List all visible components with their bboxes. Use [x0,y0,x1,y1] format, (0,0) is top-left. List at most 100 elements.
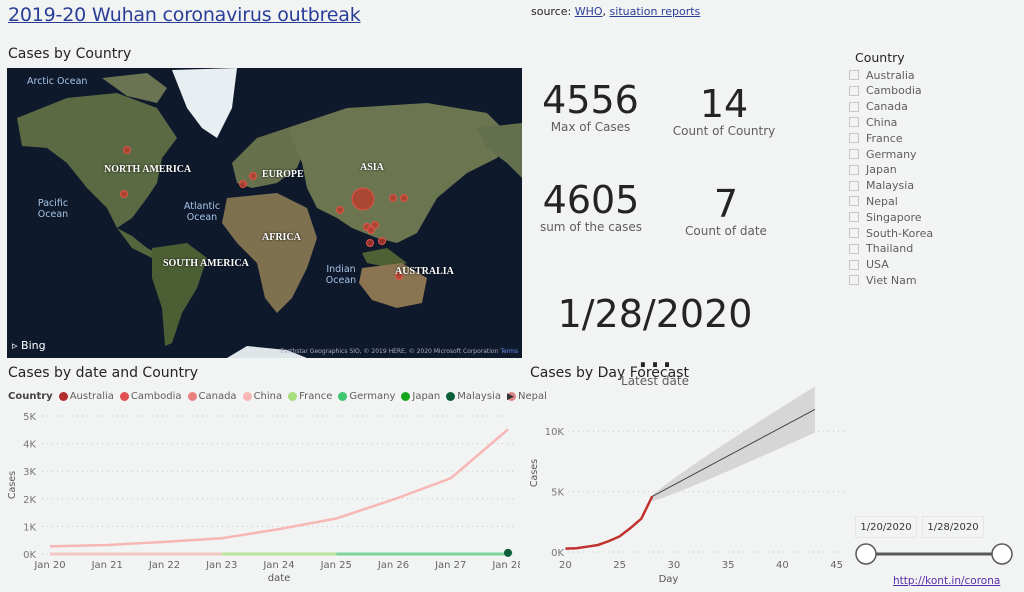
continent-label-north-america: NORTH AMERICA [104,164,192,175]
slicer-item-france[interactable]: France [849,131,903,145]
cases-by-date-chart: 0K1K2K3K4K5KJan 20 Jan 21 Jan 22 Jan 23 Jan … [7,412,520,584]
legend-label: Canada [198,391,237,402]
africa-shape [222,193,317,313]
bubble-south-korea [389,194,397,202]
slicer-item-label: Nepal [866,194,898,208]
continent-label-asia: ASIA [360,162,384,173]
bubble-japan [400,194,408,202]
legend-label: China [253,391,283,402]
slicer-item-thailand[interactable]: Thailand [849,242,913,256]
y-tick-label: 5K [551,488,564,499]
checkbox[interactable] [849,228,859,238]
checkbox[interactable] [849,196,859,207]
date-range-end-input[interactable]: 1/28/2020 [922,516,984,538]
slicer-item-nepal[interactable]: Nepal [849,194,898,208]
legend-item-china[interactable]: China [242,391,283,402]
x-tick-label: Jan 24 [262,560,294,571]
legend-item-malaysia[interactable]: Malaysia [446,391,501,402]
slicer-item-south-korea[interactable]: South-Korea [849,226,933,240]
checkbox[interactable] [849,212,859,223]
y-tick-label: 4K [23,440,36,451]
kpi-count-country: 14 Count of Country [668,84,780,138]
bubble-china [351,187,375,211]
forecast-chart-title: Cases by Day Forecast [530,365,689,381]
checkbox[interactable] [849,243,859,254]
slicer-item-canada[interactable]: Canada [849,100,908,114]
x-tick-label: Jan 20 [33,560,65,571]
map-landmass [17,68,522,358]
slider-start-handle[interactable] [855,543,877,565]
source-link-who[interactable]: WHO [575,5,603,18]
source-separator: , [602,5,610,18]
legend-item-japan[interactable]: Japan [401,391,440,402]
checkbox[interactable] [849,85,859,96]
checkbox[interactable] [849,149,859,159]
continent-label-south-america: SOUTH AMERICA [163,258,249,269]
footer-link[interactable]: http://kont.in/corona [893,575,1000,587]
slicer-item-germany[interactable]: Germany [849,147,917,161]
x-tick-label: 45 [830,560,843,571]
slicer-item-usa[interactable]: USA [849,258,889,272]
checkbox[interactable] [849,133,859,144]
x-tick-label: Jan 28 [491,560,520,571]
checkbox[interactable] [849,101,859,112]
y-tick-label: 5K [23,412,36,423]
map-title: Cases by Country [8,46,132,62]
x-tick-label: 35 [722,560,735,571]
date-range-slider[interactable] [850,540,1020,568]
ocean-label-pacific: Pacific Ocean [37,198,69,220]
y-tick-label: 1K [23,522,36,533]
checkbox[interactable] [849,70,859,80]
x-axis-label: date [268,573,291,584]
checkbox[interactable] [849,117,859,128]
x-tick-label: 40 [776,560,789,571]
line-chart-title: Cases by date and Country [8,365,199,381]
legend-next-arrow-icon[interactable]: ▶ [507,392,514,402]
y-tick-label: 3K [23,467,36,478]
slicer-item-label: China [866,115,898,129]
bing-logo: ▹ Bing [12,339,46,352]
kpi-label: sum of the cases [539,220,643,234]
map-terms-link[interactable]: Terms [500,348,518,355]
legend-item-cambodia[interactable]: Cambodia [119,391,182,402]
slicer-item-singapore[interactable]: Singapore [849,210,922,224]
slicer-item-cambodia[interactable]: Cambodia [849,84,922,98]
kpi-value: 7 [713,182,739,226]
slicer-item-viet-nam[interactable]: Viet Nam [849,273,917,287]
checkbox[interactable] [849,259,859,270]
checkbox[interactable] [849,180,859,191]
legend-dot-icon [58,392,68,401]
slicer-item-australia[interactable]: Australia [849,68,915,82]
legend-label: Cambodia [130,391,182,402]
slicer-item-japan[interactable]: Japan [849,163,897,177]
slicer-item-label: France [866,131,903,145]
date-range-start-input[interactable]: 1/20/2020 [855,516,917,538]
legend-item-germany[interactable]: Germany [338,391,395,402]
world-map[interactable]: Arctic Ocean Pacific Ocean Atlantic Ocea… [7,68,522,358]
legend-label: Malaysia [457,391,501,402]
x-tick-label: 30 [668,560,681,571]
slicer-item-label: Thailand [866,242,914,256]
slicer-item-label: Malaysia [866,179,915,193]
slider-end-handle[interactable] [991,543,1013,565]
x-tick-label: Jan 22 [148,560,180,571]
slicer-item-label: USA [866,258,889,272]
ocean-label-indian: Indian Ocean [325,264,357,286]
slicer-item-china[interactable]: China [849,115,897,129]
actual-cases-line [565,495,654,550]
ocean-label-atlantic: Atlantic Ocean [183,201,221,223]
series-point-malaysia [504,548,512,557]
source-link-situation-reports[interactable]: situation reports [610,5,701,18]
checkbox[interactable] [849,164,859,175]
checkbox[interactable] [849,275,859,286]
legend-label: Germany [349,391,396,402]
legend-item-australia[interactable]: Australia [58,391,114,402]
y-tick-label: 10K [545,427,565,438]
legend-item-france[interactable]: France [288,391,332,402]
slicer-item-malaysia[interactable]: Malaysia [849,179,914,193]
slicer-item-label: Australia [866,68,915,82]
slicer-item-label: Singapore [866,210,922,224]
legend-item-canada[interactable]: Canada [187,391,237,402]
y-axis-label: Cases [7,471,18,499]
page-title-link[interactable]: 2019-20 Wuhan coronavirus outbreak [8,4,361,26]
